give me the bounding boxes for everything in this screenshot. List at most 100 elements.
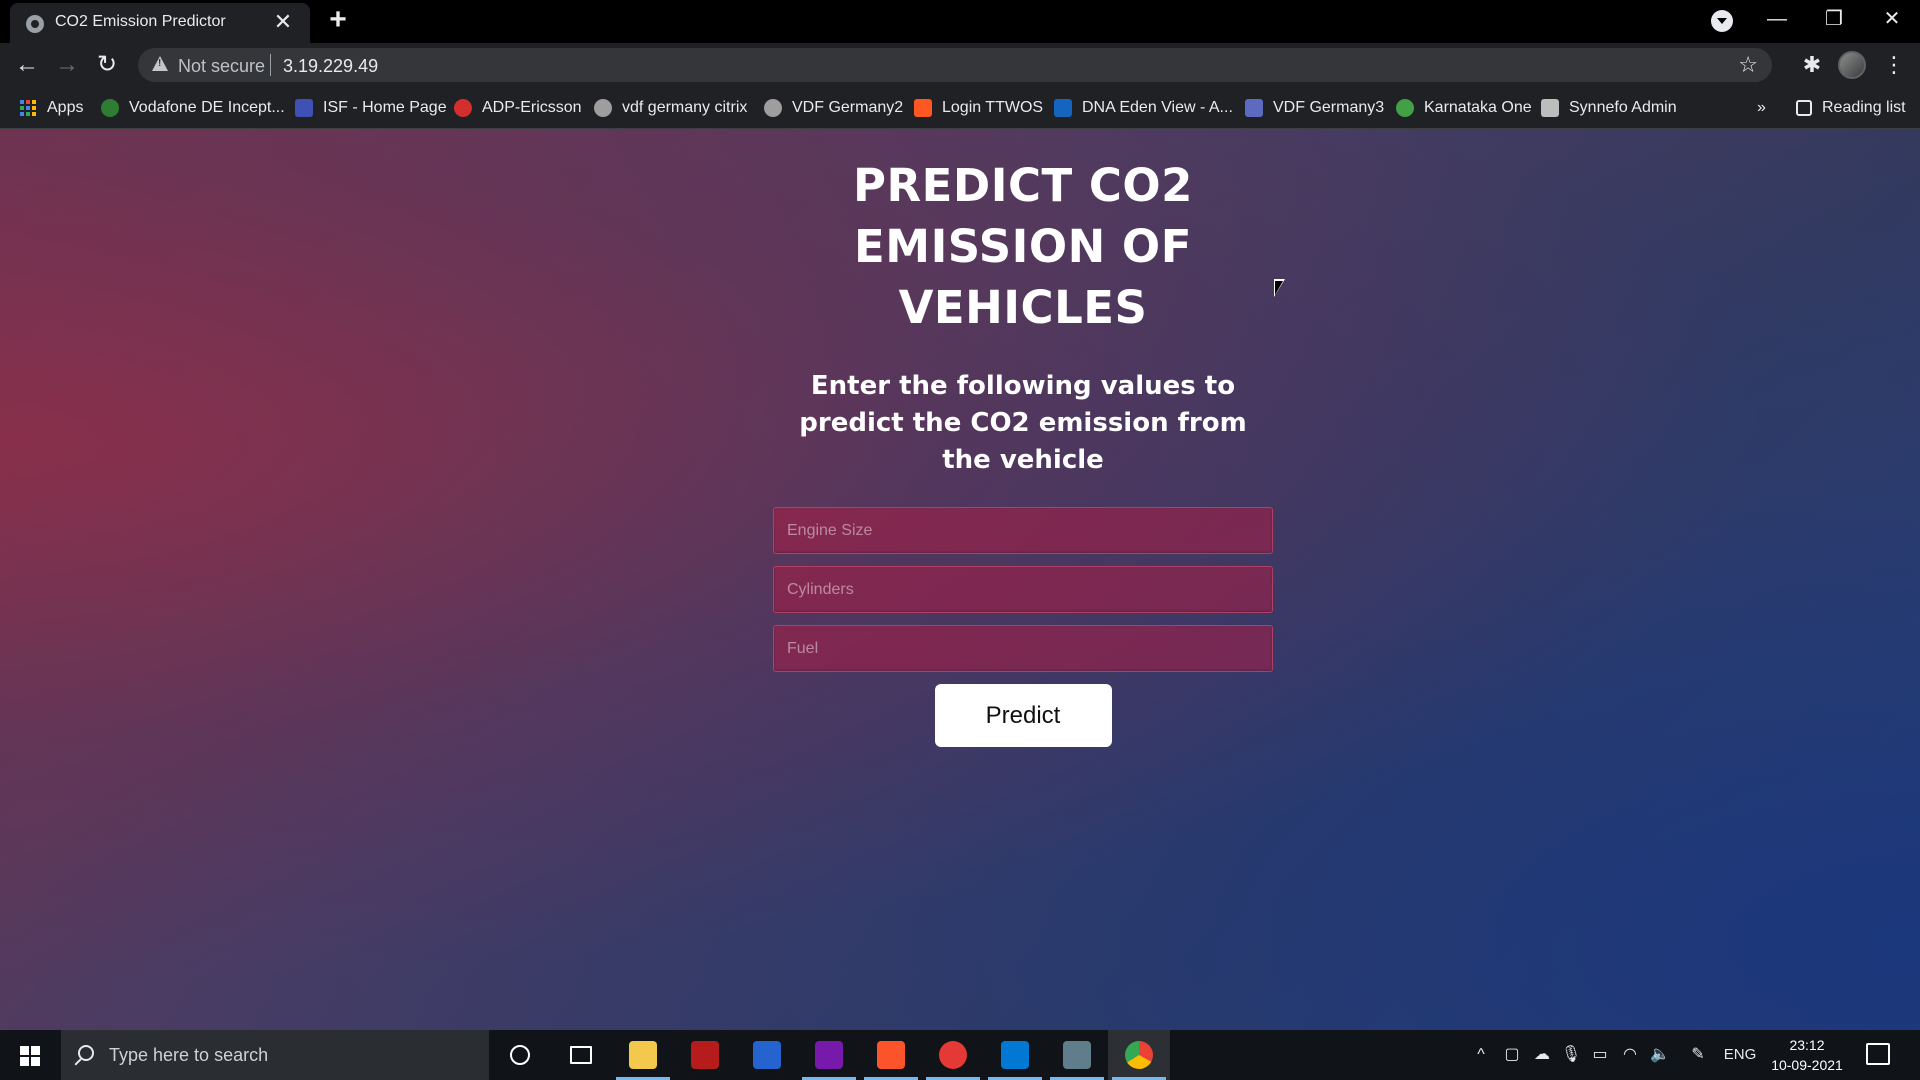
- taskbar-snipping[interactable]: [1046, 1030, 1108, 1080]
- forward-button[interactable]: →: [51, 49, 83, 81]
- warning-icon[interactable]: [152, 56, 168, 71]
- battery-icon[interactable]: ▭: [1586, 1030, 1614, 1080]
- pen-icon[interactable]: ✎: [1684, 1030, 1712, 1080]
- clock-time: 23:12: [1789, 1037, 1825, 1053]
- clock-date: 10-09-2021: [1771, 1057, 1843, 1073]
- cortana-button[interactable]: [489, 1030, 551, 1080]
- fuel-input[interactable]: [773, 625, 1273, 672]
- taskbar-chrome[interactable]: [1108, 1030, 1170, 1080]
- bookmark-apps[interactable]: Apps: [19, 96, 83, 120]
- snipping-tool-icon: [1063, 1041, 1091, 1069]
- bookmark-label: VDF Germany2: [792, 99, 904, 116]
- cortana-circle-icon: [510, 1045, 530, 1065]
- browser-menu-icon[interactable]: ⋮: [1878, 49, 1910, 81]
- task-view-icon: [570, 1046, 592, 1064]
- notification-center-icon[interactable]: [1866, 1043, 1890, 1065]
- predictor-container: PREDICT CO2 EMISSION OF VEHICLES Enter t…: [773, 129, 1273, 747]
- brave-lion-icon: [877, 1041, 905, 1069]
- bookmark-vdf-germany3[interactable]: VDF Germany3: [1245, 96, 1384, 120]
- bookmark-label: ADP-Ericsson: [482, 99, 582, 116]
- citrix-icon: [764, 99, 782, 117]
- bookmark-synnefo[interactable]: Synnefo Admin: [1541, 96, 1677, 120]
- record-icon: [939, 1041, 967, 1069]
- reading-list-icon: [1796, 100, 1812, 116]
- karnataka-icon: [1396, 99, 1414, 117]
- task-view-button[interactable]: [550, 1030, 612, 1080]
- photos-icon: [1001, 1041, 1029, 1069]
- meet-now-icon[interactable]: ▢: [1498, 1030, 1526, 1080]
- bookmark-adp[interactable]: ADP-Ericsson: [454, 96, 582, 120]
- bookmark-dna-eden[interactable]: DNA Eden View - A...: [1054, 96, 1233, 120]
- reload-button[interactable]: ↻: [91, 49, 123, 81]
- address-bar[interactable]: Not secure 3.19.229.49 ☆: [138, 48, 1772, 82]
- checkmark-icon: [753, 1041, 781, 1069]
- citrix-icon: [594, 99, 612, 117]
- taskbar-app-red[interactable]: [674, 1030, 736, 1080]
- folder-icon: [629, 1041, 657, 1069]
- vodafone-icon: [101, 99, 119, 117]
- taskbar-search-placeholder: Type here to search: [109, 1045, 269, 1065]
- bookmark-vodafone[interactable]: Vodafone DE Incept...: [101, 96, 285, 120]
- chevron-double-right-icon: »: [1757, 99, 1766, 116]
- language-indicator[interactable]: ENG: [1720, 1030, 1760, 1080]
- synnefo-icon: [1541, 99, 1559, 117]
- taskbar-search-box[interactable]: Type here to search: [61, 1030, 489, 1080]
- bookmark-vdf-germany2[interactable]: VDF Germany2: [764, 96, 903, 120]
- lock-icon: [1245, 99, 1263, 117]
- taskbar-photos[interactable]: [984, 1030, 1046, 1080]
- bookmark-label: Karnataka One: [1424, 99, 1532, 116]
- browser-tabstrip: CO2 Emission Predictor ✕ + — ❐ ✕: [0, 0, 1920, 43]
- profile-avatar[interactable]: [1838, 51, 1866, 79]
- bookmark-isf[interactable]: ISF - Home Page: [295, 96, 447, 120]
- globe-icon: [26, 15, 44, 33]
- dna-icon: [1054, 99, 1072, 117]
- wifi-icon[interactable]: ◠: [1616, 1030, 1644, 1080]
- volume-icon[interactable]: 🔈: [1646, 1030, 1674, 1080]
- new-tab-button[interactable]: +: [323, 5, 353, 36]
- reading-list-label: Reading list: [1822, 99, 1906, 116]
- bookmark-vdf-citrix[interactable]: vdf germany citrix: [594, 96, 747, 120]
- bookmark-star-icon[interactable]: ☆: [1738, 52, 1758, 78]
- bookmark-karnataka-one[interactable]: Karnataka One: [1396, 96, 1532, 120]
- back-button[interactable]: ←: [11, 49, 43, 81]
- close-window-button[interactable]: ✕: [1864, 0, 1920, 40]
- system-clock[interactable]: 23:12 10-09-2021: [1762, 1035, 1852, 1075]
- taskbar-brave[interactable]: [860, 1030, 922, 1080]
- bookmark-label: ISF - Home Page: [323, 99, 447, 116]
- chrome-icon: [1125, 1041, 1153, 1069]
- bookmark-label: vdf germany citrix: [622, 99, 748, 116]
- bookmark-label: Login TTWOS: [942, 99, 1044, 116]
- cylinders-input[interactable]: [773, 566, 1273, 613]
- extensions-puzzle-icon[interactable]: ✱: [1796, 49, 1828, 81]
- bookmark-label: Vodafone DE Incept...: [129, 99, 285, 116]
- bookmarks-bar: Apps Vodafone DE Incept... ISF - Home Pa…: [0, 87, 1920, 129]
- search-icon: [78, 1045, 94, 1061]
- taskbar-onenote[interactable]: [798, 1030, 860, 1080]
- bookmark-login-ttwos[interactable]: Login TTWOS: [914, 96, 1043, 120]
- bookmark-label: Apps: [47, 99, 84, 116]
- microphone-icon[interactable]: 🎙: [1558, 1030, 1584, 1080]
- tab-close-button[interactable]: ✕: [270, 9, 296, 35]
- app-red-icon: [691, 1041, 719, 1069]
- onedrive-cloud-icon[interactable]: ☁: [1528, 1030, 1556, 1080]
- bookmark-label: DNA Eden View - A...: [1082, 99, 1233, 116]
- security-indicator[interactable]: Not secure: [178, 56, 265, 77]
- browser-tab-active[interactable]: CO2 Emission Predictor ✕: [10, 3, 310, 43]
- predict-button[interactable]: Predict: [934, 684, 1112, 747]
- bookmarks-overflow-button[interactable]: »: [1757, 96, 1766, 120]
- browser-toolbar: ← → ↻ Not secure 3.19.229.49 ☆ ✱ ⋮: [0, 43, 1920, 87]
- taskbar-todo[interactable]: [736, 1030, 798, 1080]
- tray-overflow-chevron-icon[interactable]: ^: [1468, 1030, 1494, 1080]
- reading-list-button[interactable]: Reading list: [1796, 96, 1906, 120]
- prediction-form: Predict: [773, 507, 1273, 747]
- tab-search-icon[interactable]: [1711, 10, 1733, 32]
- taskbar-app-record[interactable]: [922, 1030, 984, 1080]
- start-button[interactable]: [0, 1030, 60, 1080]
- minimize-button[interactable]: —: [1749, 0, 1805, 40]
- address-separator: [270, 54, 271, 76]
- engine-size-input[interactable]: [773, 507, 1273, 554]
- taskbar-file-explorer[interactable]: [612, 1030, 674, 1080]
- restore-button[interactable]: ❐: [1806, 0, 1862, 40]
- apps-grid-icon: [19, 99, 37, 117]
- url-text[interactable]: 3.19.229.49: [283, 56, 378, 77]
